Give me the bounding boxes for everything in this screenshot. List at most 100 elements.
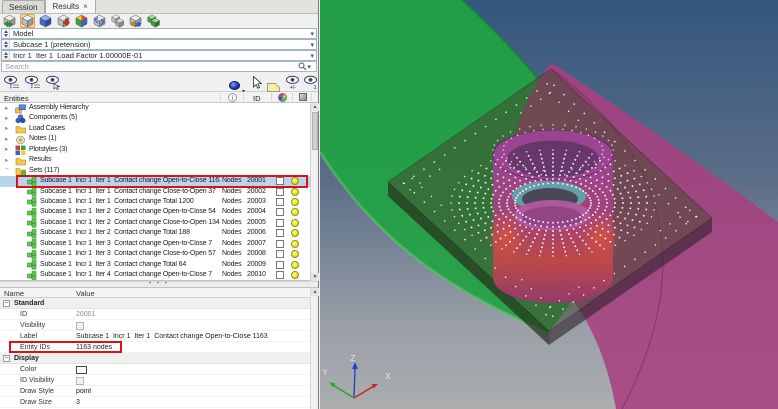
property-row-color[interactable]: Color bbox=[0, 364, 318, 375]
set-row-20010[interactable]: Subcase 1 Incr 1 Iter 4 Contact change O… bbox=[0, 270, 311, 280]
scroll-down-icon[interactable]: ▼ bbox=[311, 273, 319, 281]
set-visibility-checkbox[interactable] bbox=[276, 188, 284, 196]
model-cube-icon[interactable] bbox=[20, 14, 35, 28]
color-wheel-icon[interactable] bbox=[278, 93, 287, 102]
property-row-entity-ids[interactable]: Entity IDs1163 nodes bbox=[0, 342, 318, 353]
properties-scrollbar[interactable]: ▲ bbox=[310, 288, 318, 409]
set-label: Subcase 1 Incr 1 Iter 1 Contact change T… bbox=[40, 198, 220, 205]
color-swatch[interactable] bbox=[76, 366, 87, 374]
expander-icon[interactable]: ▸ bbox=[5, 104, 8, 112]
tab-close-icon[interactable]: × bbox=[83, 4, 88, 10]
increment-select[interactable]: Incr 1 Iter 1 Load Factor 1.00000E-01 ▾ bbox=[1, 50, 317, 61]
tree-item-results[interactable]: ▸ Results bbox=[0, 155, 311, 165]
set-color-indicator[interactable] bbox=[291, 250, 299, 258]
info-icon[interactable]: i bbox=[228, 93, 237, 104]
expander-icon[interactable]: ▸ bbox=[5, 156, 8, 164]
contour-cube-icon[interactable] bbox=[74, 14, 89, 28]
set-visibility-checkbox[interactable] bbox=[276, 177, 284, 185]
expander-icon[interactable]: ▸ bbox=[5, 124, 8, 132]
property-row-visibility[interactable]: Visibility bbox=[0, 320, 318, 331]
scroll-up-icon[interactable]: ▲ bbox=[311, 103, 319, 111]
3d-viewport[interactable]: Z X Y bbox=[320, 0, 778, 409]
expander-icon[interactable]: ▸ bbox=[5, 145, 8, 153]
property-row-label[interactable]: LabelSubcase 1 Incr 1 Iter 1 Contact cha… bbox=[0, 331, 318, 342]
tree-item-label: Notes (1) bbox=[29, 135, 56, 142]
set-visibility-checkbox[interactable] bbox=[276, 250, 284, 258]
set-row-20008[interactable]: Subcase 1 Incr 1 Iter 3 Contact change C… bbox=[0, 249, 311, 259]
set-visibility-checkbox[interactable] bbox=[276, 261, 284, 269]
model-select[interactable]: Model ▾ bbox=[1, 28, 317, 39]
compare-cube-icon[interactable] bbox=[128, 14, 143, 28]
set-color-indicator[interactable] bbox=[291, 240, 299, 248]
property-checkbox[interactable] bbox=[76, 322, 84, 330]
set-visibility-checkbox[interactable] bbox=[276, 198, 284, 206]
tree-item-notes-1[interactable]: ▸ Notes (1) bbox=[0, 134, 311, 144]
collapse-icon[interactable]: − bbox=[3, 300, 10, 307]
set-color-indicator[interactable] bbox=[291, 271, 299, 279]
set-color-indicator[interactable] bbox=[291, 261, 299, 269]
property-row-id[interactable]: ID20001 bbox=[0, 309, 318, 320]
property-row-draw-size[interactable]: Draw Size3 bbox=[0, 397, 318, 408]
model-spinner[interactable] bbox=[2, 29, 10, 38]
tree-item-plotstyles-3[interactable]: ▸ Plotstyles (3) bbox=[0, 145, 311, 155]
property-checkbox[interactable] bbox=[76, 377, 84, 385]
tab-results[interactable]: Results × bbox=[45, 0, 95, 13]
tree-item-load-cases[interactable]: ▸ Load Cases bbox=[0, 124, 311, 134]
panel-splitter-handle[interactable]: • • • bbox=[0, 281, 318, 288]
expander-icon[interactable]: ▸ bbox=[5, 135, 8, 143]
increment-spinner[interactable] bbox=[2, 51, 10, 60]
set-row-20005[interactable]: Subcase 1 Incr 1 Iter 2 Contact change C… bbox=[0, 218, 311, 228]
set-color-indicator[interactable] bbox=[291, 219, 299, 227]
set-visibility-checkbox[interactable] bbox=[276, 229, 284, 237]
set-id: 20008 bbox=[247, 250, 266, 257]
property-row-id-visibility[interactable]: ID Visibility bbox=[0, 375, 318, 386]
set-row-20003[interactable]: Subcase 1 Incr 1 Iter 1 Contact change T… bbox=[0, 197, 311, 207]
chevron-down-icon[interactable]: ▾ bbox=[310, 52, 316, 60]
svg-text:1: 1 bbox=[313, 85, 316, 90]
chevron-down-icon[interactable]: ▾ bbox=[310, 30, 316, 38]
subcase-spinner[interactable] bbox=[2, 40, 10, 49]
set-visibility-checkbox[interactable] bbox=[276, 271, 284, 279]
set-row-20009[interactable]: Subcase 1 Incr 1 Iter 3 Contact change T… bbox=[0, 260, 311, 270]
set-row-20004[interactable]: Subcase 1 Incr 1 Iter 2 Contact change O… bbox=[0, 207, 311, 217]
blue-cube-icon[interactable] bbox=[38, 14, 53, 28]
tree-item-assembly-hierarchy[interactable]: ▸ Assembly Hierarchy bbox=[0, 103, 311, 113]
tree-scrollbar[interactable]: ▲ ▼ bbox=[310, 103, 318, 281]
property-row-draw-style[interactable]: Draw Stylepoint bbox=[0, 386, 318, 397]
set-row-20001[interactable]: Subcase 1 Incr 1 Iter 1 Contact change O… bbox=[0, 176, 311, 186]
copy-cube-icon[interactable] bbox=[110, 14, 125, 28]
set-color-indicator[interactable] bbox=[291, 177, 299, 185]
load-results-icon[interactable] bbox=[2, 14, 17, 28]
set-color-indicator[interactable] bbox=[291, 229, 299, 237]
set-color-indicator[interactable] bbox=[291, 208, 299, 216]
tree-item-components-5[interactable]: ▸ Components (5) bbox=[0, 113, 311, 123]
subcase-select[interactable]: Subcase 1 (pretension) ▾ bbox=[1, 39, 317, 50]
import-cube-icon[interactable] bbox=[56, 14, 71, 28]
set-row-20002[interactable]: Subcase 1 Incr 1 Iter 1 Contact change C… bbox=[0, 187, 311, 197]
set-row-20007[interactable]: Subcase 1 Incr 1 Iter 3 Contact change O… bbox=[0, 239, 311, 249]
shading-cube-icon[interactable] bbox=[299, 93, 307, 101]
set-row-20006[interactable]: Subcase 1 Incr 1 Iter 2 Contact change T… bbox=[0, 228, 311, 238]
set-color-indicator[interactable] bbox=[291, 198, 299, 206]
set-visibility-checkbox[interactable] bbox=[276, 240, 284, 248]
group-cubes-icon[interactable] bbox=[146, 14, 161, 28]
set-visibility-checkbox[interactable] bbox=[276, 208, 284, 216]
chevron-down-icon[interactable]: ▾ bbox=[307, 63, 313, 71]
property-group-display[interactable]: −Display bbox=[0, 353, 318, 364]
property-value: 3 bbox=[76, 399, 306, 406]
search-input[interactable]: Search ▾ bbox=[1, 61, 317, 72]
collapse-icon[interactable]: − bbox=[3, 355, 10, 362]
set-color-indicator[interactable] bbox=[291, 188, 299, 196]
tree-item-sets-117[interactable]: − Sets (117) bbox=[0, 166, 311, 176]
expander-icon[interactable]: − bbox=[5, 166, 9, 173]
scrollbar-thumb[interactable] bbox=[312, 112, 318, 150]
link-cube-icon[interactable] bbox=[92, 14, 107, 28]
set-visibility-checkbox[interactable] bbox=[276, 219, 284, 227]
scroll-up-icon[interactable]: ▲ bbox=[311, 288, 319, 296]
chevron-down-icon[interactable]: ▾ bbox=[310, 41, 316, 49]
property-name: Entity IDs bbox=[20, 344, 50, 351]
expander-icon[interactable]: ▸ bbox=[5, 114, 8, 122]
property-name: Color bbox=[20, 366, 37, 373]
tab-session[interactable]: Session bbox=[2, 0, 45, 13]
property-group-standard[interactable]: −Standard bbox=[0, 298, 318, 309]
